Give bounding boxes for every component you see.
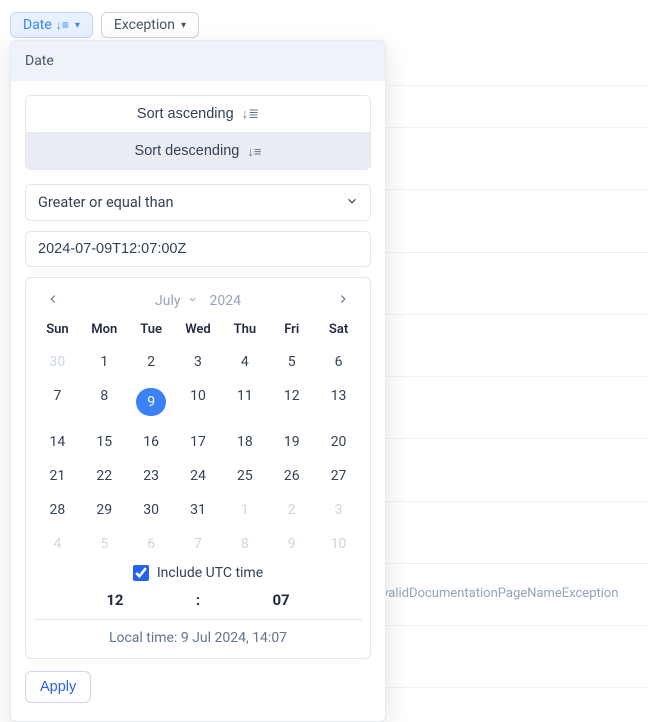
sort-ascending-label: Sort ascending bbox=[137, 106, 234, 122]
calendar-day[interactable]: 30 bbox=[128, 497, 175, 523]
calendar-day[interactable]: 5 bbox=[268, 349, 315, 375]
calendar-year-label[interactable]: 2024 bbox=[210, 293, 241, 309]
calendar-day: 30 bbox=[34, 349, 81, 375]
calendar-day: 1 bbox=[221, 497, 268, 523]
filter-chip-exception[interactable]: Exception ▾ bbox=[101, 12, 199, 38]
calendar-day[interactable]: 10 bbox=[175, 383, 222, 421]
calendar-day[interactable]: 13 bbox=[315, 383, 362, 421]
calendar-day[interactable]: 8 bbox=[81, 383, 128, 421]
calendar-day[interactable]: 14 bbox=[34, 429, 81, 455]
chevron-down-icon: ▾ bbox=[181, 20, 186, 31]
calendar-day[interactable]: 12 bbox=[268, 383, 315, 421]
calendar-day: 4 bbox=[34, 531, 81, 557]
calendar-day[interactable]: 23 bbox=[128, 463, 175, 489]
date-input-wrap bbox=[25, 231, 371, 267]
calendar-day: 8 bbox=[221, 531, 268, 557]
filter-chip-date[interactable]: Date ↓≡ ▾ bbox=[10, 12, 93, 38]
calendar-day[interactable]: 20 bbox=[315, 429, 362, 455]
calendar-dow: Sat bbox=[315, 320, 362, 341]
calendar-dow: Sun bbox=[34, 320, 81, 341]
calendar-day[interactable]: 4 bbox=[221, 349, 268, 375]
calendar-dow: Tue bbox=[128, 320, 175, 341]
calendar-dow: Fri bbox=[268, 320, 315, 341]
calendar-title: July 2024 bbox=[155, 293, 241, 309]
calendar-day: 10 bbox=[315, 531, 362, 557]
include-utc-checkbox[interactable] bbox=[133, 565, 149, 581]
calendar-day[interactable]: 18 bbox=[221, 429, 268, 455]
chevron-down-icon: ▾ bbox=[75, 20, 80, 31]
sort-desc-icon: ↓≡ bbox=[247, 144, 261, 159]
calendar-prev-button[interactable] bbox=[40, 290, 66, 312]
calendar-day: 6 bbox=[128, 531, 175, 557]
calendar-day[interactable]: 31 bbox=[175, 497, 222, 523]
calendar-day: 2 bbox=[268, 497, 315, 523]
calendar: July 2024 SunMonTueWedThuFriSat301234567… bbox=[25, 277, 371, 659]
sort-desc-icon: ↓≡ bbox=[56, 18, 69, 32]
calendar-day[interactable]: 24 bbox=[175, 463, 222, 489]
date-filter-dropdown: Date Sort ascending ↓≣ Sort descending ↓… bbox=[10, 40, 386, 722]
calendar-day[interactable]: 29 bbox=[81, 497, 128, 523]
calendar-next-button[interactable] bbox=[330, 290, 356, 312]
calendar-day[interactable]: 3 bbox=[175, 349, 222, 375]
filter-chip-date-label: Date bbox=[23, 17, 52, 33]
calendar-grid: SunMonTueWedThuFriSat3012345678910111213… bbox=[34, 320, 362, 557]
comparator-value: Greater or equal than bbox=[25, 184, 371, 221]
calendar-month-label: July bbox=[155, 293, 180, 309]
calendar-day[interactable]: 1 bbox=[81, 349, 128, 375]
calendar-dow: Thu bbox=[221, 320, 268, 341]
filter-chip-exception-label: Exception bbox=[114, 17, 175, 33]
calendar-month-select[interactable]: July bbox=[155, 293, 197, 309]
calendar-day[interactable]: 16 bbox=[128, 429, 175, 455]
calendar-day: 9 bbox=[268, 531, 315, 557]
calendar-day[interactable]: 9 bbox=[128, 383, 175, 421]
calendar-dow: Mon bbox=[81, 320, 128, 341]
sort-asc-icon: ↓≣ bbox=[242, 106, 259, 122]
calendar-day: 5 bbox=[81, 531, 128, 557]
calendar-day[interactable]: 17 bbox=[175, 429, 222, 455]
calendar-day[interactable]: 19 bbox=[268, 429, 315, 455]
calendar-day[interactable]: 21 bbox=[34, 463, 81, 489]
calendar-day[interactable]: 15 bbox=[81, 429, 128, 455]
include-utc-label: Include UTC time bbox=[157, 565, 263, 581]
calendar-day[interactable]: 2 bbox=[128, 349, 175, 375]
time-hour[interactable]: 12 bbox=[34, 591, 196, 609]
sort-ascending-button[interactable]: Sort ascending ↓≣ bbox=[26, 96, 370, 132]
calendar-day[interactable]: 25 bbox=[221, 463, 268, 489]
calendar-day[interactable]: 22 bbox=[81, 463, 128, 489]
sort-group: Sort ascending ↓≣ Sort descending ↓≡ bbox=[25, 95, 371, 170]
calendar-day[interactable]: 7 bbox=[34, 383, 81, 421]
local-time-label: Local time: 9 Jul 2024, 14:07 bbox=[34, 619, 362, 648]
sort-descending-button[interactable]: Sort descending ↓≡ bbox=[26, 132, 370, 169]
sort-descending-label: Sort descending bbox=[135, 143, 240, 159]
calendar-day: 7 bbox=[175, 531, 222, 557]
calendar-day[interactable]: 6 bbox=[315, 349, 362, 375]
time-row: 12 : 07 bbox=[34, 585, 362, 619]
include-utc-row: Include UTC time bbox=[34, 557, 362, 585]
date-input[interactable] bbox=[25, 231, 371, 267]
dropdown-header: Date bbox=[11, 41, 385, 81]
calendar-day[interactable]: 11 bbox=[221, 383, 268, 421]
calendar-day[interactable]: 28 bbox=[34, 497, 81, 523]
time-minute[interactable]: 07 bbox=[200, 591, 362, 609]
calendar-day[interactable]: 27 bbox=[315, 463, 362, 489]
apply-button[interactable]: Apply bbox=[25, 671, 91, 703]
calendar-dow: Wed bbox=[175, 320, 222, 341]
chevron-down-icon bbox=[187, 294, 198, 308]
calendar-day: 3 bbox=[315, 497, 362, 523]
calendar-day[interactable]: 26 bbox=[268, 463, 315, 489]
comparator-select[interactable]: Greater or equal than bbox=[25, 184, 371, 221]
